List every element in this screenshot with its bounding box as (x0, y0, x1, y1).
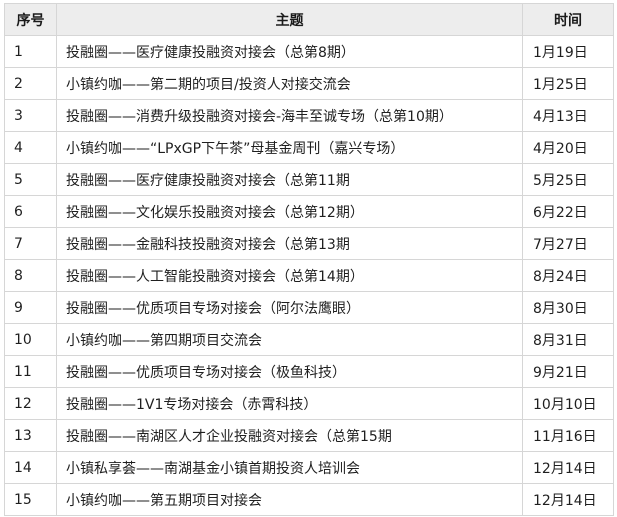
table-row: 8 投融圈——人工智能投融资对接会（总第14期） 8月24日 (4, 259, 614, 292)
cell-date: 12月14日 (522, 451, 614, 484)
table-row: 13 投融圈——南湖区人才企业投融资对接会（总第15期 11月16日 (4, 419, 614, 452)
cell-date: 8月30日 (522, 291, 614, 324)
table-row: 1 投融圈——医疗健康投融资对接会（总第8期） 1月19日 (4, 35, 614, 68)
cell-topic: 投融圈——消费升级投融资对接会-海丰至诚专场（总第10期） (56, 99, 523, 132)
cell-no: 12 (4, 387, 57, 420)
table-row: 11 投融圈——优质项目专场对接会（极鱼科技） 9月21日 (4, 355, 614, 388)
cell-date: 4月13日 (522, 99, 614, 132)
cell-no: 7 (4, 227, 57, 260)
cell-topic: 投融圈——医疗健康投融资对接会（总第8期） (56, 35, 523, 68)
cell-topic: 投融圈——1V1专场对接会（赤霄科技） (56, 387, 523, 420)
cell-date: 12月14日 (522, 483, 614, 516)
cell-topic: 投融圈——金融科技投融资对接会（总第13期 (56, 227, 523, 260)
table-row: 14 小镇私享荟——南湖基金小镇首期投资人培训会 12月14日 (4, 451, 614, 484)
cell-date: 9月21日 (522, 355, 614, 388)
cell-topic: 小镇约咖——第二期的项目/投资人对接交流会 (56, 67, 523, 100)
cell-no: 3 (4, 99, 57, 132)
cell-no: 2 (4, 67, 57, 100)
cell-topic: 投融圈——文化娱乐投融资对接会（总第12期） (56, 195, 523, 228)
cell-date: 6月22日 (522, 195, 614, 228)
events-table: 序号 主题 时间 1 投融圈——医疗健康投融资对接会（总第8期） 1月19日 2… (4, 3, 614, 516)
header-date: 时间 (522, 3, 614, 36)
cell-no: 6 (4, 195, 57, 228)
cell-date: 5月25日 (522, 163, 614, 196)
cell-topic: 投融圈——人工智能投融资对接会（总第14期） (56, 259, 523, 292)
cell-topic: 投融圈——南湖区人才企业投融资对接会（总第15期 (56, 419, 523, 452)
page: 序号 主题 时间 1 投融圈——医疗健康投融资对接会（总第8期） 1月19日 2… (0, 0, 617, 517)
table-row: 6 投融圈——文化娱乐投融资对接会（总第12期） 6月22日 (4, 195, 614, 228)
table-row: 4 小镇约咖——“LPxGP下午茶”母基金周刊（嘉兴专场） 4月20日 (4, 131, 614, 164)
cell-date: 11月16日 (522, 419, 614, 452)
cell-topic: 小镇约咖——第五期项目对接会 (56, 483, 523, 516)
cell-topic: 小镇约咖——“LPxGP下午茶”母基金周刊（嘉兴专场） (56, 131, 523, 164)
cell-topic: 投融圈——优质项目专场对接会（阿尔法鹰眼） (56, 291, 523, 324)
cell-no: 1 (4, 35, 57, 68)
table-row: 9 投融圈——优质项目专场对接会（阿尔法鹰眼） 8月30日 (4, 291, 614, 324)
table-row: 7 投融圈——金融科技投融资对接会（总第13期 7月27日 (4, 227, 614, 260)
cell-topic: 小镇私享荟——南湖基金小镇首期投资人培训会 (56, 451, 523, 484)
cell-topic: 投融圈——优质项目专场对接会（极鱼科技） (56, 355, 523, 388)
cell-no: 11 (4, 355, 57, 388)
table-row: 15 小镇约咖——第五期项目对接会 12月14日 (4, 483, 614, 516)
table-row: 12 投融圈——1V1专场对接会（赤霄科技） 10月10日 (4, 387, 614, 420)
table-header: 序号 主题 时间 (4, 3, 614, 36)
cell-no: 4 (4, 131, 57, 164)
cell-date: 1月25日 (522, 67, 614, 100)
cell-topic: 小镇约咖——第四期项目交流会 (56, 323, 523, 356)
header-no: 序号 (4, 3, 57, 36)
table-row: 3 投融圈——消费升级投融资对接会-海丰至诚专场（总第10期） 4月13日 (4, 99, 614, 132)
cell-date: 1月19日 (522, 35, 614, 68)
header-topic: 主题 (56, 3, 523, 36)
cell-date: 4月20日 (522, 131, 614, 164)
cell-date: 10月10日 (522, 387, 614, 420)
table-body: 1 投融圈——医疗健康投融资对接会（总第8期） 1月19日 2 小镇约咖——第二… (4, 35, 614, 516)
cell-no: 14 (4, 451, 57, 484)
cell-no: 13 (4, 419, 57, 452)
cell-date: 8月31日 (522, 323, 614, 356)
cell-no: 10 (4, 323, 57, 356)
cell-no: 8 (4, 259, 57, 292)
table-row: 2 小镇约咖——第二期的项目/投资人对接交流会 1月25日 (4, 67, 614, 100)
cell-no: 15 (4, 483, 57, 516)
table-row: 10 小镇约咖——第四期项目交流会 8月31日 (4, 323, 614, 356)
header-row: 序号 主题 时间 (4, 3, 614, 36)
cell-date: 8月24日 (522, 259, 614, 292)
cell-date: 7月27日 (522, 227, 614, 260)
cell-no: 9 (4, 291, 57, 324)
cell-topic: 投融圈——医疗健康投融资对接会（总第11期 (56, 163, 523, 196)
cell-no: 5 (4, 163, 57, 196)
table-row: 5 投融圈——医疗健康投融资对接会（总第11期 5月25日 (4, 163, 614, 196)
